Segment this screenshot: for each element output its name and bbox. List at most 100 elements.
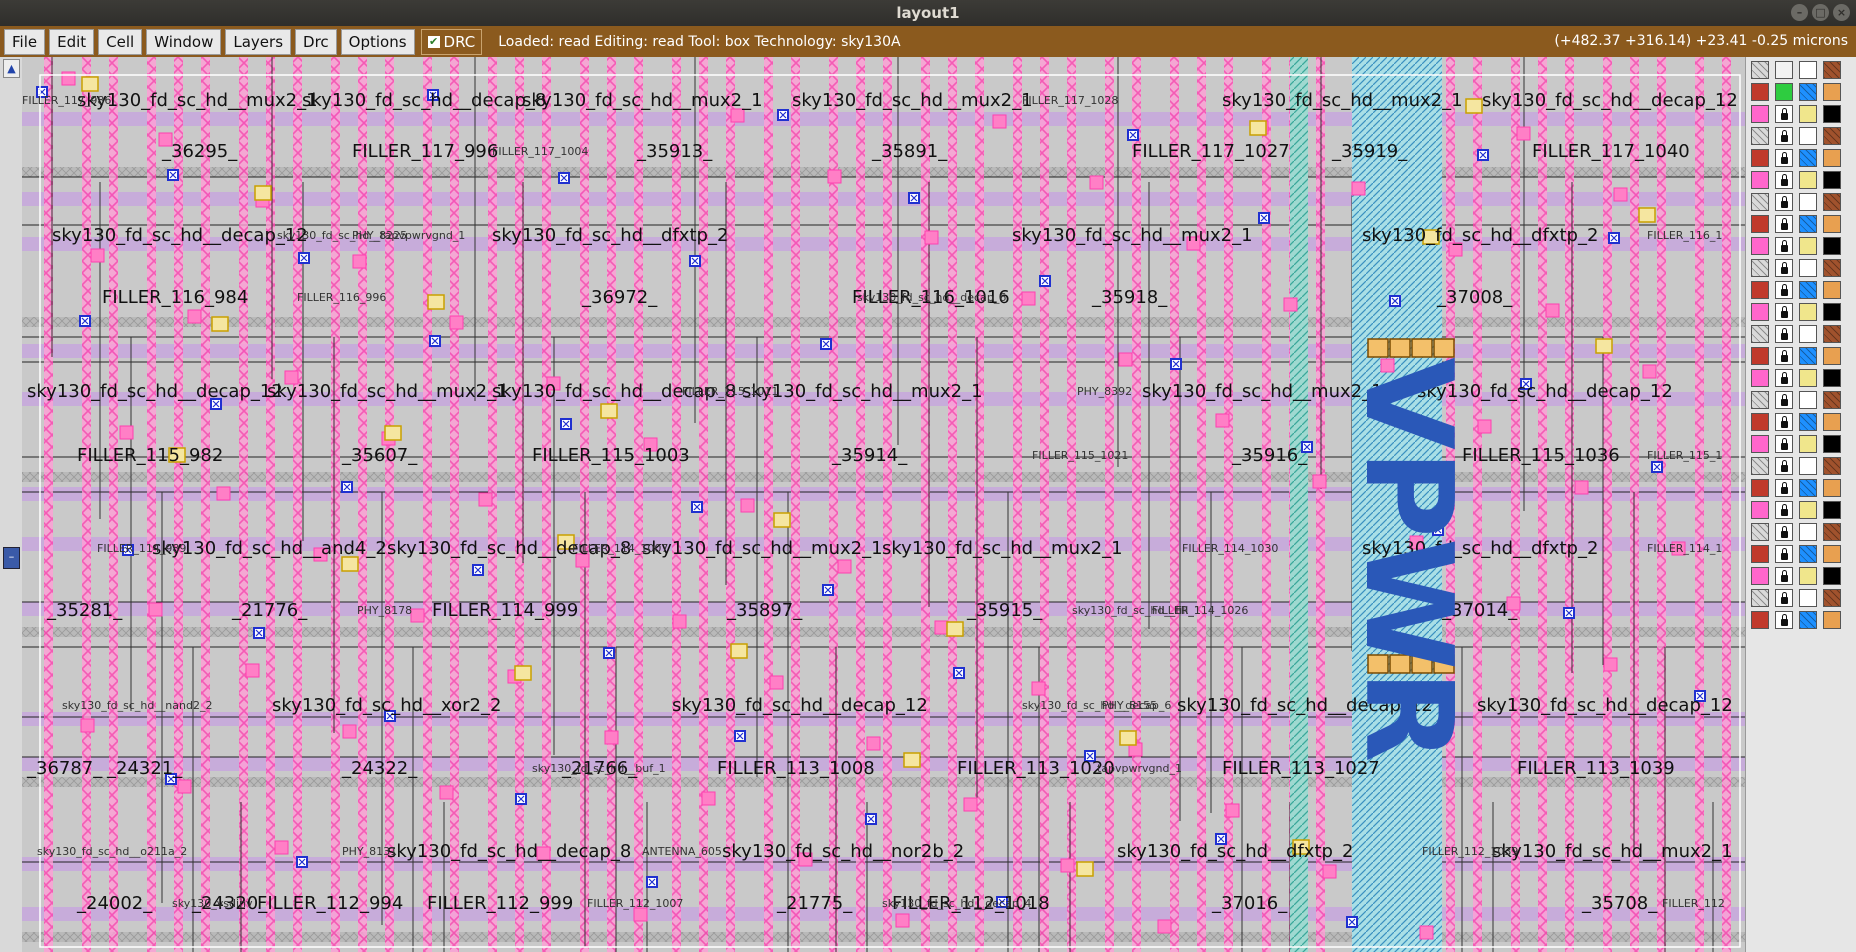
vertical-scrollbar[interactable]: ▲ – [0, 57, 23, 952]
layer-swatch[interactable] [1823, 391, 1841, 409]
layer-swatch[interactable] [1823, 281, 1841, 299]
menu-cell[interactable]: Cell [98, 28, 143, 55]
layer-swatch[interactable] [1823, 369, 1841, 387]
layer-swatch[interactable] [1751, 171, 1769, 189]
layer-swatch[interactable] [1799, 567, 1817, 585]
layer-swatch[interactable] [1823, 193, 1841, 211]
layer-swatch[interactable] [1799, 391, 1817, 409]
layer-swatch[interactable] [1751, 457, 1769, 475]
layer-lock-icon[interactable] [1775, 369, 1793, 387]
layer-swatch[interactable] [1799, 369, 1817, 387]
layer-swatch[interactable] [1751, 61, 1769, 79]
close-button[interactable]: × [1833, 4, 1850, 21]
layer-swatch[interactable] [1799, 105, 1817, 123]
layer-swatch[interactable] [1823, 347, 1841, 365]
layer-swatch[interactable] [1799, 611, 1817, 629]
layer-swatch[interactable] [1823, 105, 1841, 123]
scroll-thumb[interactable]: – [3, 547, 20, 569]
layer-swatch[interactable] [1751, 435, 1769, 453]
layer-lock-icon[interactable] [1775, 347, 1793, 365]
layer-swatch[interactable] [1751, 149, 1769, 167]
minimize-button[interactable]: – [1791, 4, 1808, 21]
layer-lock-icon[interactable] [1775, 281, 1793, 299]
layer-swatch[interactable] [1751, 413, 1769, 431]
layer-swatch[interactable] [1823, 127, 1841, 145]
layer-swatch[interactable] [1823, 149, 1841, 167]
layer-swatch[interactable] [1823, 457, 1841, 475]
layer-swatch[interactable] [1799, 545, 1817, 563]
menu-drc[interactable]: Drc [295, 28, 337, 55]
maximize-button[interactable]: □ [1812, 4, 1829, 21]
layer-swatch[interactable] [1823, 413, 1841, 431]
layer-swatch[interactable] [1799, 413, 1817, 431]
layer-swatch[interactable] [1823, 479, 1841, 497]
layer-lock-icon[interactable] [1775, 259, 1793, 277]
layer-swatch[interactable] [1799, 589, 1817, 607]
layer-lock-icon[interactable] [1775, 435, 1793, 453]
layer-swatch[interactable] [1823, 567, 1841, 585]
layer-swatch[interactable] [1823, 61, 1841, 79]
layer-swatch[interactable] [1799, 193, 1817, 211]
layer-swatch[interactable] [1823, 171, 1841, 189]
layer-swatch[interactable] [1751, 611, 1769, 629]
layer-swatch[interactable] [1799, 83, 1817, 101]
layer-swatch[interactable] [1799, 501, 1817, 519]
layer-lock-icon[interactable] [1775, 567, 1793, 585]
layer-swatch[interactable] [1751, 567, 1769, 585]
layer-swatch[interactable] [1799, 171, 1817, 189]
layer-lock-icon[interactable] [1775, 391, 1793, 409]
scroll-up-arrow-icon[interactable]: ▲ [3, 59, 20, 78]
layer-lock-icon[interactable] [1775, 215, 1793, 233]
layer-lock-icon[interactable] [1775, 457, 1793, 475]
layer-swatch[interactable] [1799, 259, 1817, 277]
layer-swatch[interactable] [1799, 149, 1817, 167]
layer-swatch[interactable] [1799, 347, 1817, 365]
layer-swatch[interactable] [1751, 479, 1769, 497]
layer-swatch[interactable] [1823, 303, 1841, 321]
layer-swatch[interactable] [1799, 61, 1817, 79]
layout-canvas[interactable]: sky130_fd_sc_hd__mux2_1 sky130_fd_sc_hd__… [22, 57, 1745, 952]
layer-lock-icon[interactable] [1775, 325, 1793, 343]
layer-swatch[interactable] [1799, 523, 1817, 541]
layer-swatch[interactable] [1751, 303, 1769, 321]
layer-swatch[interactable] [1823, 259, 1841, 277]
layer-swatch[interactable] [1751, 237, 1769, 255]
layer-lock-icon[interactable] [1775, 611, 1793, 629]
layer-swatch[interactable] [1751, 501, 1769, 519]
layer-swatch[interactable] [1823, 523, 1841, 541]
layer-swatch[interactable] [1751, 347, 1769, 365]
layer-lock-icon[interactable] [1775, 589, 1793, 607]
layer-palette[interactable] [1745, 57, 1856, 952]
layer-lock-icon[interactable] [1775, 545, 1793, 563]
layer-lock-icon[interactable] [1775, 523, 1793, 541]
layer-swatch[interactable] [1823, 589, 1841, 607]
layer-swatch[interactable] [1823, 325, 1841, 343]
layer-lock-icon[interactable] [1775, 479, 1793, 497]
layer-lock-icon[interactable] [1775, 127, 1793, 145]
layer-swatch[interactable] [1799, 325, 1817, 343]
layer-swatch[interactable] [1751, 259, 1769, 277]
layer-swatch[interactable] [1775, 83, 1793, 101]
layer-swatch[interactable] [1775, 61, 1793, 79]
layout-view[interactable]: sky130_fd_sc_hd__mux2_1sky130_fd_sc_hd__… [22, 57, 1745, 952]
layer-swatch[interactable] [1823, 237, 1841, 255]
layer-swatch[interactable] [1751, 325, 1769, 343]
drc-toggle[interactable]: ✔ DRC [420, 28, 483, 55]
menu-edit[interactable]: Edit [49, 28, 95, 55]
layer-swatch[interactable] [1823, 83, 1841, 101]
menu-window[interactable]: Window [146, 28, 222, 55]
layer-swatch[interactable] [1751, 193, 1769, 211]
layer-swatch[interactable] [1751, 105, 1769, 123]
layer-swatch[interactable] [1751, 369, 1769, 387]
layer-swatch[interactable] [1751, 589, 1769, 607]
layer-lock-icon[interactable] [1775, 303, 1793, 321]
layer-lock-icon[interactable] [1775, 105, 1793, 123]
layer-swatch[interactable] [1823, 501, 1841, 519]
layer-swatch[interactable] [1799, 457, 1817, 475]
layer-swatch[interactable] [1823, 545, 1841, 563]
layer-lock-icon[interactable] [1775, 149, 1793, 167]
layer-swatch[interactable] [1799, 237, 1817, 255]
layer-swatch[interactable] [1799, 435, 1817, 453]
layer-lock-icon[interactable] [1775, 171, 1793, 189]
layer-swatch[interactable] [1799, 281, 1817, 299]
